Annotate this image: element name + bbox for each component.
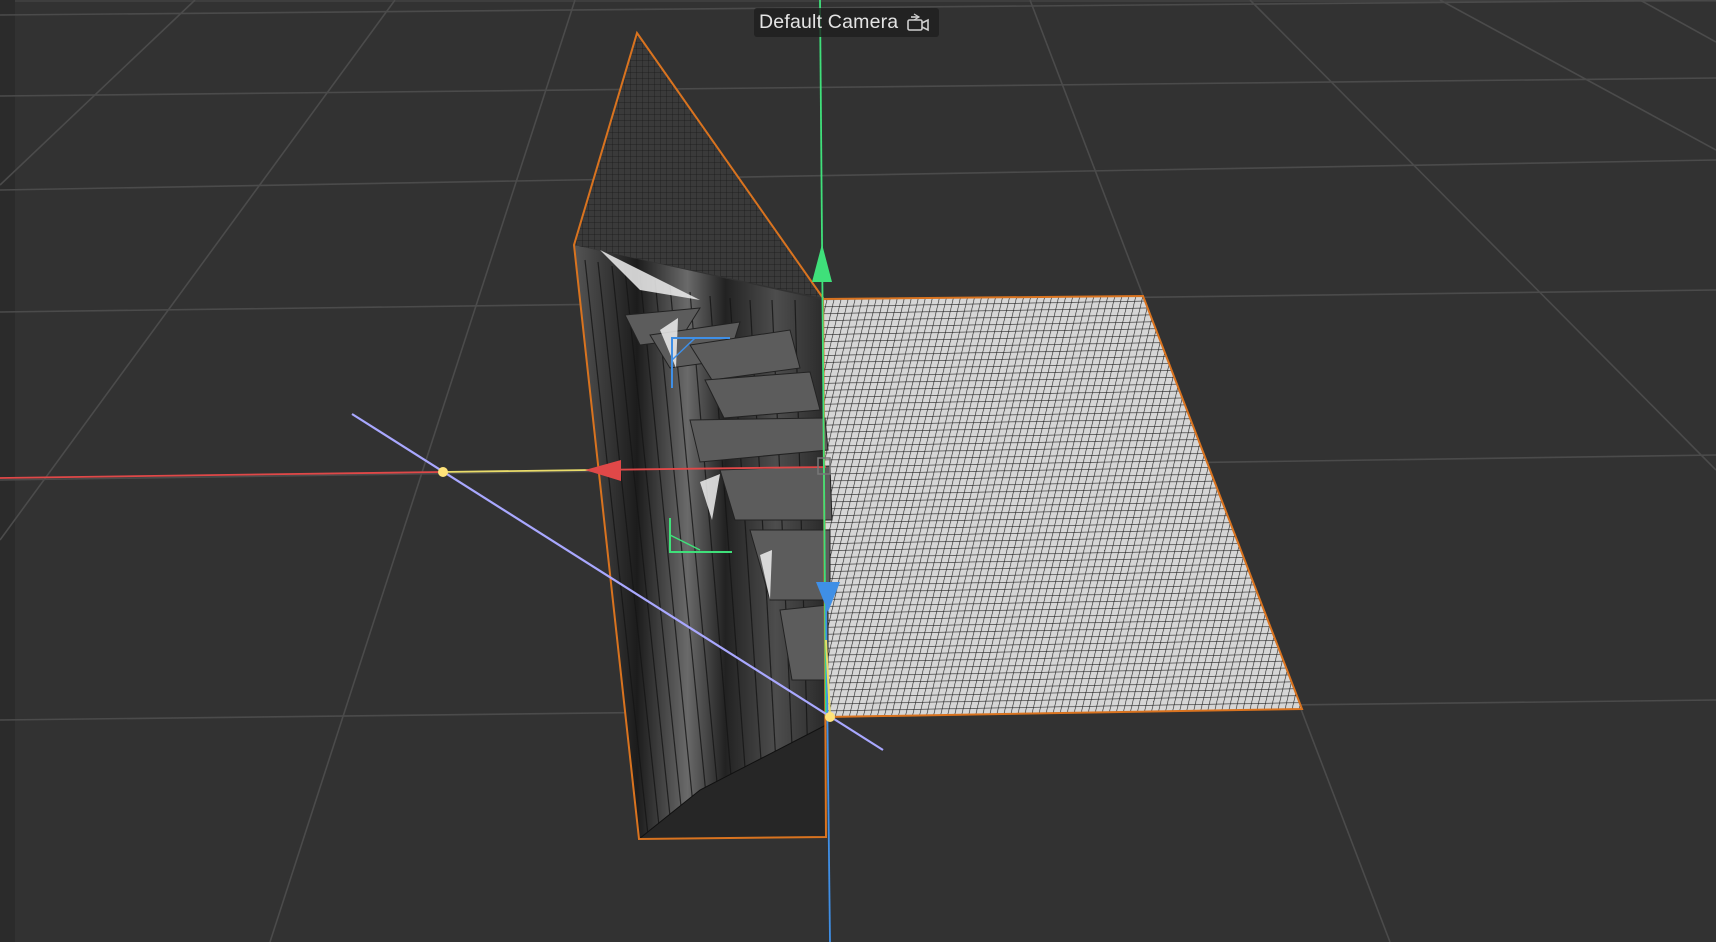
camera-label-text: Default Camera	[759, 11, 899, 33]
y-axis-arrow[interactable]	[812, 244, 832, 282]
pivot-handle-left[interactable]	[438, 467, 448, 477]
spiral-mesh[interactable]	[572, 30, 833, 841]
pivot-handle-center[interactable]	[825, 712, 835, 722]
viewport-scene[interactable]	[0, 0, 1716, 942]
3d-viewport[interactable]: Default Camera	[0, 0, 1716, 942]
camera-selector[interactable]: Default Camera	[754, 8, 940, 37]
plane-mesh[interactable]	[821, 294, 1304, 719]
camera-switch-icon	[906, 12, 932, 34]
